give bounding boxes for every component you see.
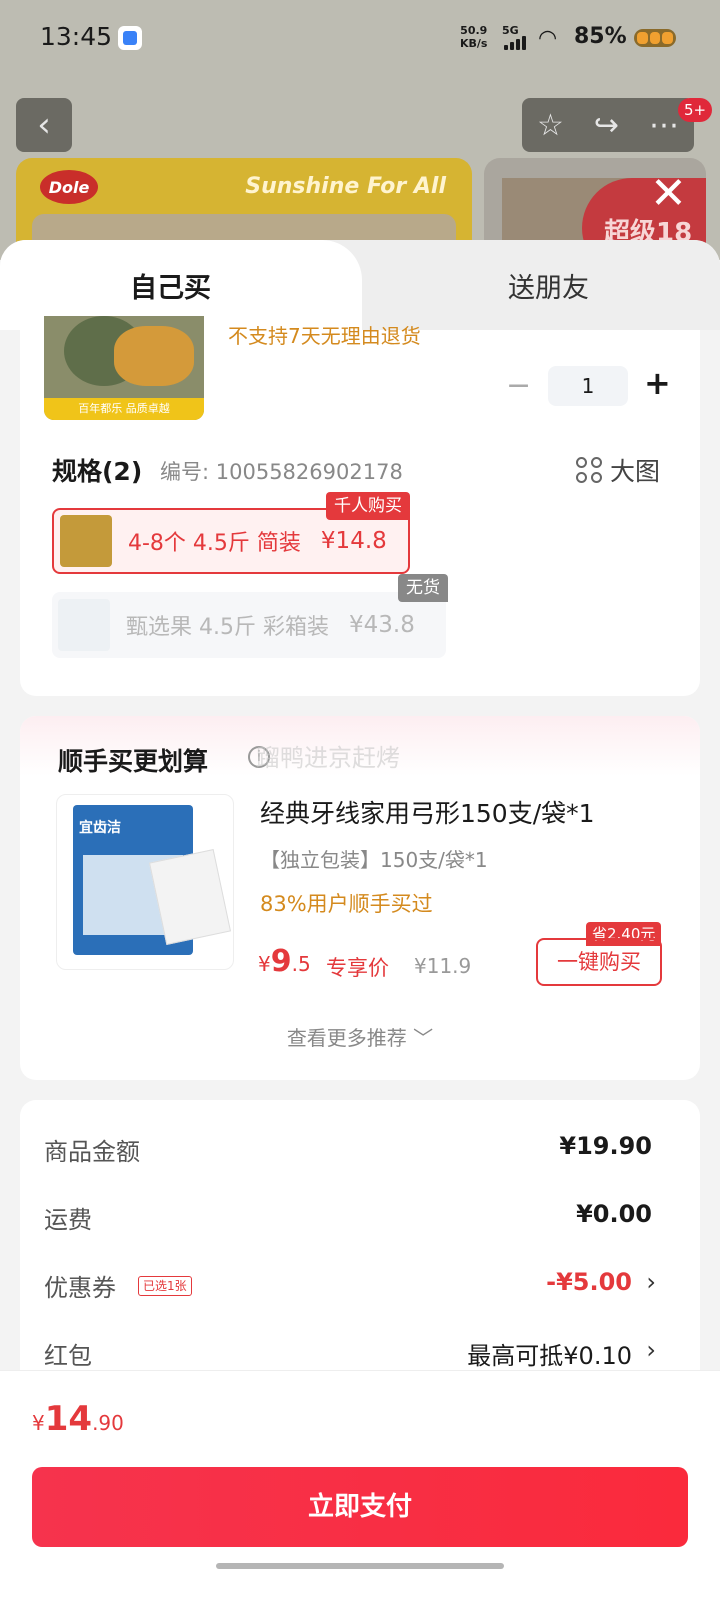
price-decimal: .90 bbox=[92, 1411, 124, 1435]
addon-product-name[interactable]: 经典牙线家用弓形150支/袋*1 bbox=[260, 794, 595, 830]
price-symbol: ¥ bbox=[32, 1411, 45, 1435]
nav-actions: ☆ ↪ ⋯ bbox=[522, 98, 694, 152]
home-indicator[interactable] bbox=[216, 1563, 504, 1569]
summary-value: ¥0.00 bbox=[576, 1200, 652, 1228]
grid-icon bbox=[576, 457, 602, 483]
chevron-left-icon: ‹ bbox=[37, 105, 51, 145]
option-label: 甄选果 4.5斤 彩箱装 bbox=[126, 615, 329, 640]
addon-product-spec: 【独立包装】150支/袋*1 bbox=[260, 848, 488, 872]
summary-row-shipping: 运费 ¥0.00 bbox=[20, 1200, 700, 1240]
big-image-label: 大图 bbox=[610, 457, 661, 486]
network-speed: 50.9 KB/s bbox=[460, 24, 487, 50]
chevron-right-icon: › bbox=[646, 1268, 656, 1296]
price-integer: 9 bbox=[270, 944, 292, 979]
option-price: ¥43.8 bbox=[348, 612, 415, 638]
one-click-buy-button[interactable]: 一键购买 bbox=[536, 938, 662, 986]
tab-gift-friend[interactable]: 送朋友 bbox=[508, 266, 589, 305]
option-price: ¥14.8 bbox=[320, 528, 387, 554]
option-label: 4-8个 4.5斤 简装 bbox=[128, 531, 301, 556]
addon-product-image[interactable]: 宜齿洁 bbox=[56, 794, 234, 970]
product-code: 编号: 10055826902178 bbox=[160, 460, 403, 484]
pay-now-button[interactable]: 立即支付 bbox=[32, 1467, 688, 1547]
addon-price: ¥9.5 bbox=[258, 944, 311, 979]
product-thumbnail[interactable]: 百年都乐 品质卓越 bbox=[44, 316, 204, 420]
price-integer: 14 bbox=[44, 1399, 93, 1439]
summary-row-coupon[interactable]: 优惠券 已选1张 -¥5.00 › bbox=[20, 1268, 700, 1308]
battery-icon bbox=[634, 29, 676, 47]
option-thumbnail bbox=[60, 515, 112, 567]
summary-value: ¥19.90 bbox=[559, 1132, 652, 1160]
wifi-icon: ◠ bbox=[538, 26, 558, 51]
tab-buy-self[interactable]: 自己买 bbox=[130, 266, 211, 305]
quantity-increase-button[interactable]: + bbox=[644, 364, 671, 402]
battery-percent: 85% bbox=[574, 24, 627, 49]
original-price: ¥11.9 bbox=[414, 954, 472, 978]
order-summary: 商品金额 ¥19.90 运费 ¥0.00 优惠券 已选1张 -¥5.00 › 红… bbox=[20, 1100, 700, 1400]
message-badge: 5+ bbox=[678, 98, 713, 122]
big-image-button[interactable]: 大图 bbox=[576, 452, 660, 488]
popular-badge: 千人购买 bbox=[326, 492, 410, 520]
coupon-selected-tag: 已选1张 bbox=[138, 1276, 192, 1296]
summary-row-subtotal: 商品金额 ¥19.90 bbox=[20, 1132, 700, 1172]
quantity-decrease-button[interactable]: − bbox=[506, 368, 531, 403]
status-time: 13:45 bbox=[40, 22, 113, 51]
close-icon[interactable]: ✕ bbox=[650, 172, 687, 216]
see-more-recommendations[interactable]: 查看更多推荐 ﹀ bbox=[20, 1022, 700, 1051]
summary-label: 优惠券 bbox=[44, 1274, 116, 1302]
app-notification-icon bbox=[118, 26, 142, 50]
out-of-stock-badge: 无货 bbox=[398, 574, 448, 602]
summary-value: -¥5.00 bbox=[546, 1268, 632, 1296]
addon-card: 顺手买更划算 i 蹓鸭进京赶烤 宜齿洁 经典牙线家用弓形150支/袋*1 【独立… bbox=[20, 716, 700, 1080]
network-speed-value: 50.9 bbox=[460, 24, 488, 37]
return-policy-notice: 不支持7天无理由退货 bbox=[228, 324, 421, 348]
thumbnail-slogan: 百年都乐 品质卓越 bbox=[44, 398, 204, 420]
summary-label: 红包 bbox=[44, 1342, 92, 1370]
banner-tagline: Sunshine For All bbox=[245, 174, 446, 199]
network-speed-unit: KB/s bbox=[460, 37, 488, 50]
star-icon[interactable]: ☆ bbox=[537, 108, 564, 143]
brand-logo: Dole bbox=[40, 170, 98, 204]
option-thumbnail bbox=[58, 599, 110, 651]
exclusive-price-label: 专享价 bbox=[326, 956, 389, 980]
share-icon[interactable]: ↪ bbox=[594, 108, 619, 143]
addon-brand: 宜齿洁 bbox=[79, 820, 121, 836]
checkout-bar: ¥14.90 立即支付 bbox=[0, 1370, 720, 1600]
quantity-input[interactable]: 1 bbox=[548, 366, 628, 406]
watermark-text: 蹓鸭进京赶烤 bbox=[256, 744, 400, 772]
price-symbol: ¥ bbox=[258, 952, 271, 976]
product-card: 百年都乐 品质卓越 不支持7天无理由退货 − 1 + 规格(2) 编号: 100… bbox=[20, 316, 700, 696]
signal-icon bbox=[504, 36, 532, 50]
addon-purchase-stat: 83%用户顺手买过 bbox=[260, 892, 433, 916]
total-price: ¥14.90 bbox=[32, 1399, 124, 1439]
spec-option-selected[interactable]: 4-8个 4.5斤 简装 ¥14.8 千人购买 bbox=[52, 492, 410, 574]
status-bar: 13:45 50.9 KB/s 5G ◠ 85% bbox=[0, 0, 720, 76]
back-button[interactable]: ‹ bbox=[16, 98, 72, 152]
spec-title: 规格(2) bbox=[52, 457, 143, 486]
price-decimal: .5 bbox=[291, 952, 311, 976]
summary-label: 商品金额 bbox=[44, 1138, 140, 1166]
spec-option-disabled[interactable]: 甄选果 4.5斤 彩箱装 ¥43.8 无货 bbox=[52, 574, 448, 658]
addon-title: 顺手买更划算 bbox=[58, 747, 209, 776]
chevron-right-icon: › bbox=[646, 1336, 656, 1364]
more-icon[interactable]: ⋯ bbox=[649, 108, 679, 143]
summary-label: 运费 bbox=[44, 1206, 92, 1234]
summary-value: 最高可抵¥0.10 bbox=[467, 1342, 632, 1370]
